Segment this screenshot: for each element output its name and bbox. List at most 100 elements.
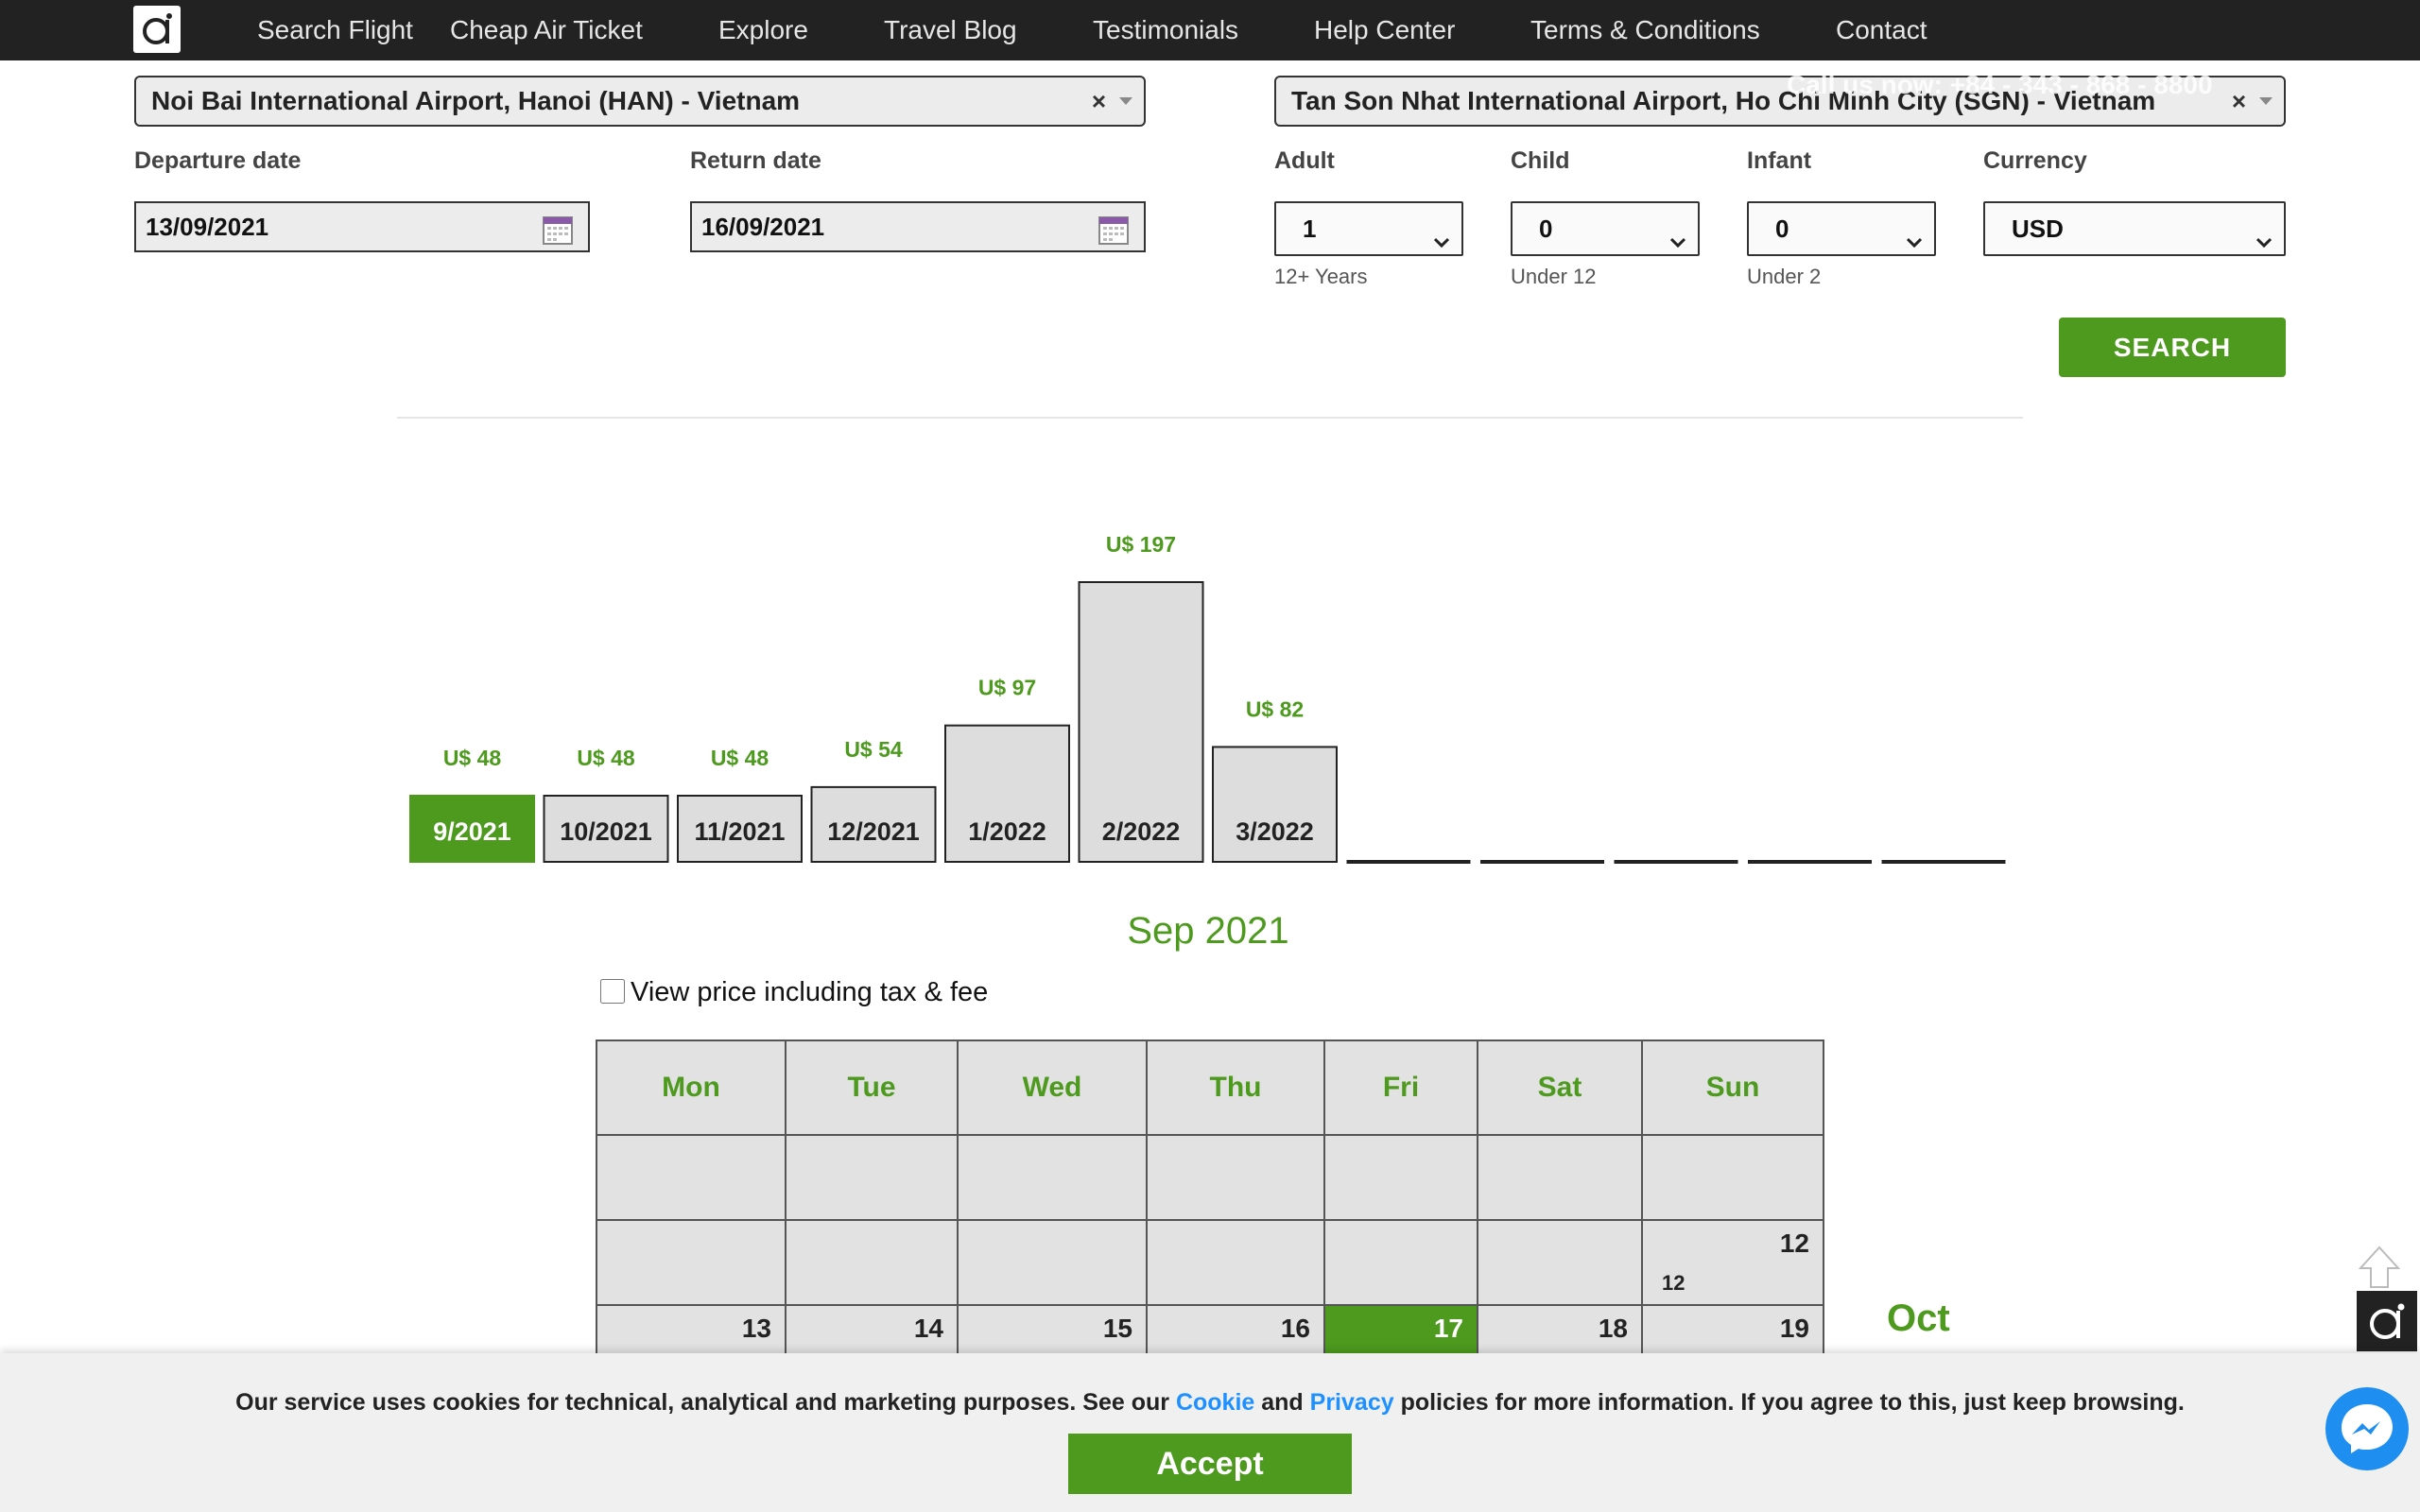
day-number: 14	[913, 1314, 943, 1343]
cookie-link[interactable]: Cookie	[1176, 1389, 1254, 1416]
child-sub-label: Under 12	[1511, 265, 1597, 288]
adult-sub-label: 12+ Years	[1274, 265, 1368, 288]
month-bar-12-2021[interactable]	[810, 785, 937, 864]
child-value: 0	[1539, 215, 1553, 243]
chevron-down-icon	[2259, 97, 2273, 105]
currency-value: USD	[2012, 215, 2064, 243]
calendar-day-12[interactable]: 12 12	[1641, 1219, 1824, 1306]
clear-from-icon[interactable]: ×	[1092, 77, 1106, 125]
accept-cookie-button[interactable]: Accept	[1068, 1434, 1352, 1494]
departure-date-value: 13/09/2021	[146, 213, 269, 241]
chevron-down-icon	[2254, 219, 2274, 270]
infant-label: Infant	[1747, 147, 1812, 174]
month-price-label: U$ 82	[1246, 696, 1304, 721]
calendar-day-empty	[1323, 1134, 1478, 1221]
month-price-label: U$ 54	[844, 737, 903, 762]
month-bar-11-2021[interactable]	[677, 795, 803, 863]
calendar-day-empty	[1477, 1219, 1643, 1306]
currency-select[interactable]: USD	[1983, 201, 2286, 256]
month-bar-3-2022[interactable]	[1212, 746, 1338, 863]
month-price-label: U$ 197	[1106, 532, 1176, 557]
nav-search-flight[interactable]: Search Flight	[257, 0, 413, 60]
empty-month-bar	[1881, 860, 2006, 864]
cookie-text-part: Our service uses cookies for technical, …	[235, 1389, 1176, 1416]
nav-cheap-air-ticket[interactable]: Cheap Air Ticket	[450, 0, 643, 60]
weekday-fri: Fri	[1323, 1040, 1478, 1136]
return-date-value: 16/09/2021	[701, 213, 825, 241]
day-number: 15	[1102, 1314, 1132, 1343]
child-select[interactable]: 0	[1511, 201, 1700, 256]
calendar-icon[interactable]	[543, 213, 573, 260]
tax-fee-toggle[interactable]: View price including tax & fee	[600, 977, 988, 1008]
from-airport-select[interactable]: Noi Bai International Airport, Hanoi (HA…	[134, 76, 1146, 127]
clear-to-icon[interactable]: ×	[2232, 77, 2246, 125]
calendar-week-row	[596, 1134, 1824, 1221]
brand-logo-small-icon[interactable]	[2357, 1291, 2417, 1351]
empty-month-bar	[1480, 860, 1604, 864]
day-number: 17	[1433, 1314, 1463, 1343]
from-airport-value: Noi Bai International Airport, Hanoi (HA…	[151, 86, 801, 115]
return-date-input[interactable]: 16/09/2021	[690, 201, 1146, 252]
infant-value: 0	[1775, 215, 1789, 243]
tax-fee-label: View price including tax & fee	[631, 977, 989, 1007]
calendar-day-empty	[785, 1219, 959, 1306]
day-number: 13	[741, 1314, 771, 1343]
top-nav: Search Flight Cheap Air Ticket Explore T…	[0, 0, 2420, 60]
nav-testimonials[interactable]: Testimonials	[1093, 0, 1238, 60]
calendar-week-row: 12 12	[596, 1219, 1824, 1306]
day-number: 12	[1779, 1228, 1809, 1258]
month-bar-1-2022[interactable]	[944, 724, 1070, 863]
month-bar-9-2021[interactable]	[409, 795, 535, 863]
brand-logo-icon[interactable]	[133, 6, 181, 53]
weekday-tue: Tue	[785, 1040, 959, 1136]
child-label: Child	[1511, 147, 1570, 174]
nav-terms-conditions[interactable]: Terms & Conditions	[1530, 0, 1760, 60]
empty-month-bar	[1614, 860, 1738, 864]
month-bar-2-2022[interactable]	[1078, 581, 1204, 863]
calendar-day-empty	[1146, 1134, 1325, 1221]
privacy-link[interactable]: Privacy	[1310, 1389, 1394, 1416]
weekday-wed: Wed	[957, 1040, 1148, 1136]
weekday-header-row: Mon Tue Wed Thu Fri Sat Sun	[596, 1040, 1824, 1136]
divider	[397, 417, 2023, 419]
empty-month-bar	[1748, 860, 1872, 864]
chevron-down-icon	[1119, 97, 1132, 105]
calendar-icon[interactable]	[1098, 213, 1129, 260]
cookie-text: Our service uses cookies for technical, …	[0, 1389, 2420, 1417]
calendar-grid: Mon Tue Wed Thu Fri Sat Sun 12 12 13 14 …	[596, 1040, 1824, 1391]
departure-date-input[interactable]: 13/09/2021	[134, 201, 590, 252]
infant-sub-label: Under 2	[1747, 265, 1822, 288]
day-price: 12	[1662, 1271, 1685, 1295]
departure-date-label: Departure date	[134, 147, 302, 174]
nav-explore[interactable]: Explore	[718, 0, 808, 60]
calendar-day-empty	[596, 1134, 786, 1221]
calendar-day-empty	[785, 1134, 959, 1221]
currency-label: Currency	[1983, 147, 2087, 174]
adult-value: 1	[1303, 215, 1317, 243]
month-price-label: U$ 48	[577, 746, 635, 770]
adult-label: Adult	[1274, 147, 1335, 174]
infant-select[interactable]: 0	[1747, 201, 1936, 256]
adult-select[interactable]: 1	[1274, 201, 1463, 256]
chevron-down-icon	[1904, 219, 1925, 270]
arrow-up-icon[interactable]	[2358, 1246, 2401, 1294]
nav-help-center[interactable]: Help Center	[1314, 0, 1455, 60]
nav-contact[interactable]: Contact	[1836, 0, 1927, 60]
calendar-day-empty	[596, 1219, 786, 1306]
calendar-day-empty	[1323, 1219, 1478, 1306]
search-button[interactable]: SEARCH	[2059, 318, 2286, 377]
monthly-price-chart: 9/2021U$ 4810/2021U$ 4811/2021U$ 4812/20…	[409, 532, 2006, 864]
day-number: 19	[1779, 1314, 1809, 1343]
month-price-label: U$ 97	[978, 676, 1036, 700]
weekday-sun: Sun	[1641, 1040, 1824, 1136]
month-bar-10-2021[interactable]	[543, 795, 669, 863]
nav-travel-blog[interactable]: Travel Blog	[884, 0, 1017, 60]
cookie-text-part: and	[1254, 1389, 1310, 1416]
tax-fee-checkbox[interactable]	[600, 979, 625, 1004]
call-us-text: Call us now: +84 - 343 - 868 - 8800	[1787, 70, 2213, 99]
day-number: 18	[1598, 1314, 1628, 1343]
next-month-title: Oct	[1887, 1297, 1950, 1339]
calendar-day-empty	[1641, 1134, 1824, 1221]
chevron-down-icon	[1431, 219, 1452, 270]
messenger-icon[interactable]	[2325, 1387, 2409, 1470]
